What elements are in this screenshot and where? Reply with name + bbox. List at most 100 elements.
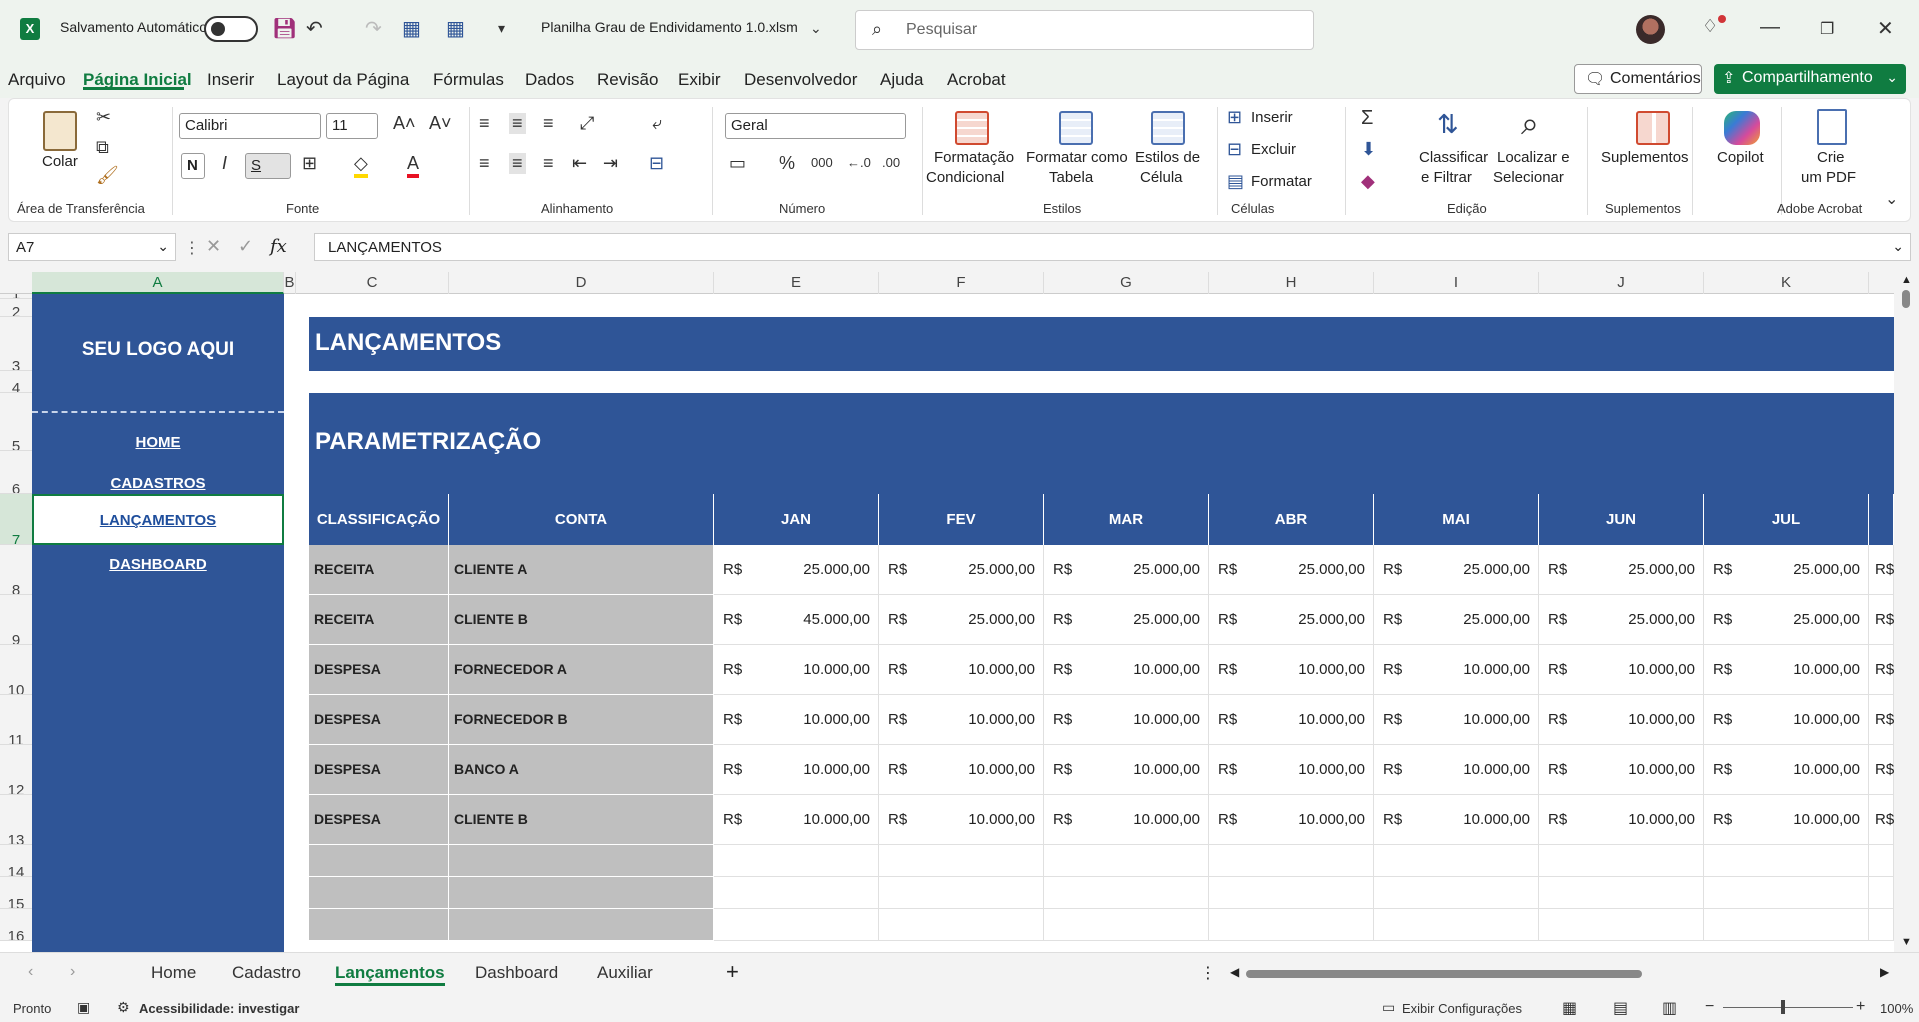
value-cell-overflow[interactable]: R$ (1869, 595, 1894, 645)
table-format-icon[interactable]: ▦ (446, 16, 465, 41)
autosave-toggle[interactable] (204, 16, 258, 42)
value-cell[interactable]: R$ 10.000,00 (879, 645, 1044, 695)
account-cell[interactable]: BANCO A (449, 745, 714, 795)
display-settings-label[interactable]: Exibir Configurações (1402, 1001, 1522, 1016)
fill-icon[interactable]: ⬇ (1361, 139, 1376, 160)
next-sheet-icon[interactable]: › (70, 963, 75, 981)
column-header[interactable]: H (1209, 272, 1374, 294)
cell-styles-label-1[interactable]: Estilos de (1135, 149, 1200, 166)
cut-icon[interactable]: ✂ (96, 107, 111, 128)
sort-filter-label-2[interactable]: e Filtrar (1421, 169, 1472, 186)
value-cell[interactable]: R$ 10.000,00 (879, 695, 1044, 745)
value-cell[interactable]: R$ 10.000,00 (1044, 795, 1209, 845)
zoom-slider[interactable] (1723, 1007, 1853, 1008)
empty-account-cell[interactable] (449, 845, 714, 877)
font-name-select[interactable]: Calibri (179, 113, 321, 139)
percent-icon[interactable]: % (779, 153, 795, 174)
value-cell[interactable]: R$ 45.000,00 (714, 595, 879, 645)
lightbulb-icon[interactable]: ♢ (1702, 16, 1718, 37)
decrease-font-icon[interactable]: A˅ (429, 113, 452, 134)
classification-cell[interactable]: DESPESA (309, 795, 449, 845)
align-center-icon[interactable]: ≡ (509, 153, 526, 174)
decrease-decimal-icon[interactable]: .00 (882, 155, 900, 170)
zoom-in-icon[interactable]: + (1856, 998, 1865, 1016)
prev-sheet-icon[interactable]: ‹ (28, 963, 33, 981)
more-icon[interactable]: ⋮ (184, 238, 200, 258)
value-cell[interactable]: R$ 25.000,00 (1044, 595, 1209, 645)
merge-center-icon[interactable]: ⊟ (649, 153, 664, 174)
format-table-label-1[interactable]: Formatar como (1026, 149, 1128, 166)
empty-classification-cell[interactable] (309, 877, 449, 909)
scroll-right-icon[interactable]: ▶ (1880, 965, 1889, 979)
tab-revisao[interactable]: Revisão (597, 70, 658, 90)
value-cell[interactable]: R$ 10.000,00 (1704, 745, 1869, 795)
spreadsheet-grid[interactable]: ABCDEFGHIJK 12345678910111213141516 SEU … (0, 272, 1919, 952)
conditional-format-label-2[interactable]: Condicional (926, 169, 1004, 186)
filename-chevron-icon[interactable]: ⌄ (810, 20, 822, 37)
avatar[interactable] (1636, 15, 1665, 44)
search-input[interactable]: Pesquisar (906, 21, 977, 39)
value-cell[interactable]: R$ 25.000,00 (714, 545, 879, 595)
restore-icon[interactable]: ❐ (1820, 19, 1834, 39)
cell-styles-label-2[interactable]: Célula (1140, 169, 1183, 186)
sort-filter-label-1[interactable]: Classificar (1419, 149, 1488, 166)
value-cell[interactable]: R$ 25.000,00 (1704, 595, 1869, 645)
value-cell[interactable]: R$ 10.000,00 (879, 745, 1044, 795)
value-cell[interactable]: R$ 10.000,00 (1539, 645, 1704, 695)
file-name[interactable]: Planilha Grau de Endividamento 1.0.xlsm (541, 19, 798, 35)
table-header-cell[interactable]: MAR (1044, 494, 1209, 545)
value-cell[interactable]: R$ 25.000,00 (879, 595, 1044, 645)
row-header[interactable]: 8 (0, 545, 32, 595)
row-header[interactable]: 5 (0, 393, 32, 451)
enter-icon[interactable]: ✓ (238, 236, 253, 257)
value-cell[interactable]: R$ 25.000,00 (1539, 595, 1704, 645)
column-header[interactable]: B (284, 272, 296, 294)
cell-styles-icon[interactable] (1151, 111, 1185, 145)
tab-exibir[interactable]: Exibir (678, 70, 721, 90)
minimize-icon[interactable]: — (1760, 16, 1780, 39)
classification-cell[interactable]: RECEITA (309, 595, 449, 645)
value-cell[interactable]: R$ 10.000,00 (1704, 795, 1869, 845)
increase-indent-icon[interactable]: ⇥ (603, 153, 618, 174)
zoom-out-icon[interactable]: − (1705, 998, 1714, 1016)
decrease-indent-icon[interactable]: ⇤ (572, 153, 587, 174)
clear-icon[interactable]: ◆ (1361, 171, 1375, 192)
autosum-icon[interactable]: Σ (1361, 107, 1373, 130)
row-header[interactable]: 4 (0, 371, 32, 393)
copilot-icon[interactable] (1724, 111, 1760, 145)
value-cell[interactable]: R$ 10.000,00 (714, 645, 879, 695)
borders-icon[interactable]: ⊞ (302, 153, 317, 174)
vertical-scrollbar[interactable]: ▲ ▼ (1894, 272, 1919, 952)
value-cell[interactable]: R$ 25.000,00 (1539, 545, 1704, 595)
scroll-down-icon[interactable]: ▼ (1901, 936, 1912, 948)
macro-record-icon[interactable]: ▣ (77, 999, 90, 1016)
font-size-select[interactable]: 11 (326, 113, 378, 139)
value-cell[interactable]: R$ 10.000,00 (714, 745, 879, 795)
value-cell[interactable]: R$ 25.000,00 (879, 545, 1044, 595)
row-header[interactable]: 9 (0, 595, 32, 645)
value-cell[interactable]: R$ 10.000,00 (1374, 645, 1539, 695)
copy-icon[interactable]: ⧉ (96, 137, 109, 158)
column-header[interactable]: D (449, 272, 714, 294)
sheet-tab-auxiliar[interactable]: Auxiliar (597, 963, 653, 983)
value-cell[interactable]: R$ 10.000,00 (1044, 645, 1209, 695)
column-header[interactable]: E (714, 272, 879, 294)
table-header-cell[interactable]: JUL (1704, 494, 1869, 545)
align-middle-icon[interactable]: ≡ (509, 113, 526, 134)
align-right-icon[interactable]: ≡ (543, 153, 554, 174)
page-break-view-icon[interactable]: ▥ (1662, 998, 1677, 1018)
row-header[interactable]: 13 (0, 795, 32, 845)
tab-dados[interactable]: Dados (525, 70, 574, 90)
table-header-cell[interactable]: MAI (1374, 494, 1539, 545)
share-button[interactable]: ⇪ Compartilhamento ⌄ (1714, 64, 1906, 94)
nav-lancamentos-link[interactable]: LANÇAMENTOS (32, 494, 284, 545)
increase-font-icon[interactable]: A˄ (393, 113, 416, 134)
row-header[interactable]: 16 (0, 909, 32, 941)
search-box[interactable]: ⌕ Pesquisar (855, 10, 1314, 50)
value-cell[interactable]: R$ 10.000,00 (1209, 795, 1374, 845)
value-cell[interactable]: R$ 10.000,00 (1044, 695, 1209, 745)
classification-cell[interactable]: RECEITA (309, 545, 449, 595)
value-cell-overflow[interactable]: R$ (1869, 745, 1894, 795)
classification-cell[interactable]: DESPESA (309, 695, 449, 745)
column-header[interactable]: A (32, 272, 284, 294)
